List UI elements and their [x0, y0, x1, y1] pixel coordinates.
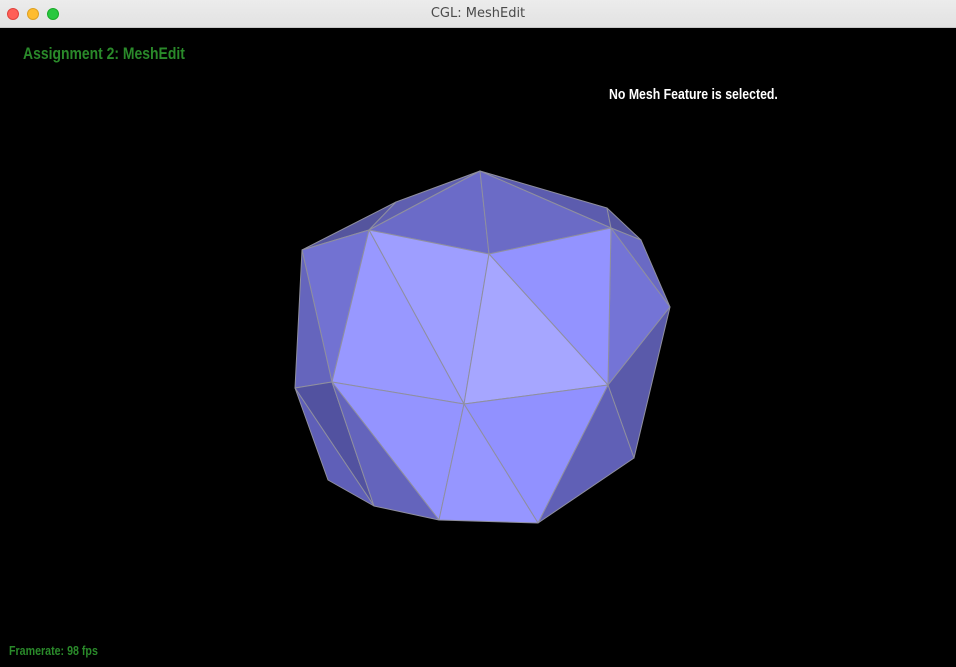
- selection-status: No Mesh Feature is selected.: [609, 86, 778, 103]
- app-window: CGL: MeshEdit Assignment 2: MeshEdit No …: [0, 0, 956, 667]
- framerate-readout: Framerate: 98 fps: [9, 643, 98, 658]
- title-bar[interactable]: CGL: MeshEdit: [0, 0, 956, 28]
- window-title: CGL: MeshEdit: [430, 6, 526, 21]
- app-title: Assignment 2: MeshEdit: [23, 44, 185, 63]
- 3d-viewport[interactable]: Assignment 2: MeshEdit No Mesh Feature i…: [0, 28, 956, 667]
- mesh-canvas[interactable]: [0, 28, 956, 667]
